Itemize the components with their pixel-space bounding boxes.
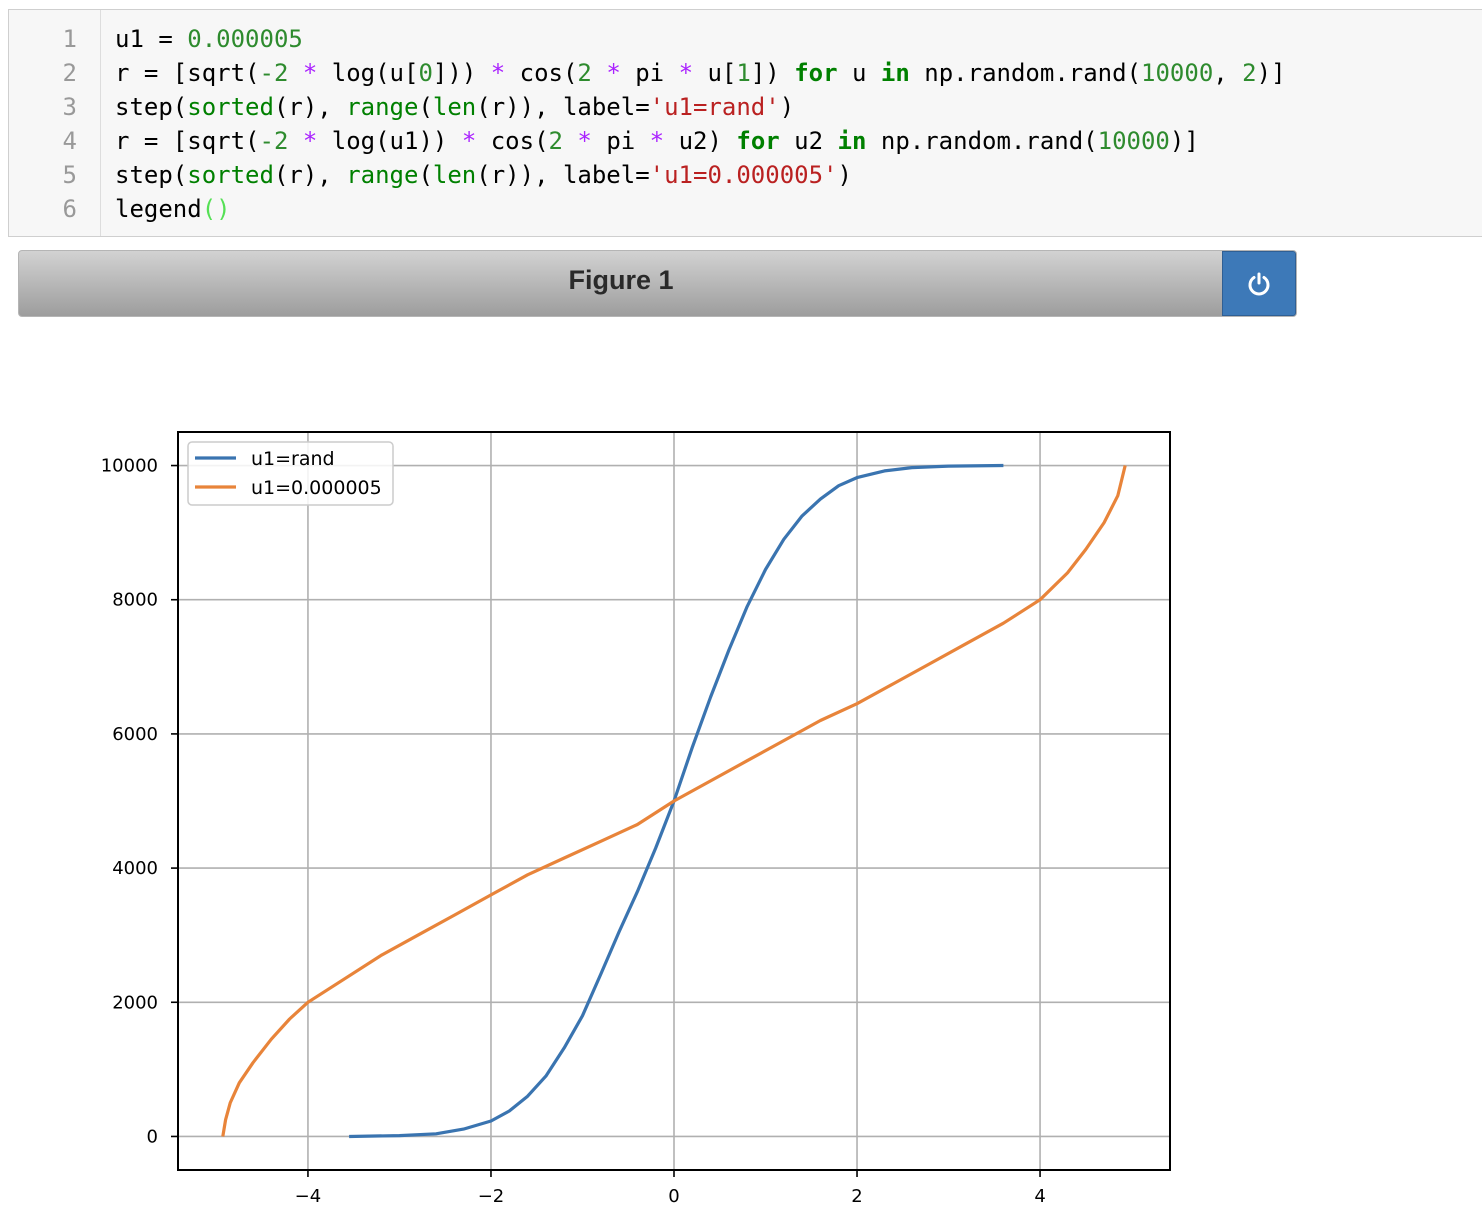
y-tick-label: 4000 <box>112 858 158 879</box>
x-tick-label: −4 <box>295 1186 322 1207</box>
legend-label: u1=rand <box>251 448 335 470</box>
x-tick-label: −2 <box>478 1186 505 1207</box>
figure-plot: −4 −2 0 2 4 0 2000 4000 6000 8000 10000 u1=rand u1=0… <box>101 431 1171 1207</box>
y-tick-label: 8000 <box>112 590 158 611</box>
x-tick-label: 4 <box>1034 1186 1045 1207</box>
y-tick-label: 2000 <box>112 992 158 1013</box>
y-tick-label: 6000 <box>112 724 158 745</box>
y-tick-label: 10000 <box>101 456 158 477</box>
y-tick-label: 0 <box>147 1126 158 1147</box>
x-tick-label: 2 <box>851 1186 862 1207</box>
legend-label: u1=0.000005 <box>251 477 382 499</box>
x-tick-label: 0 <box>668 1186 679 1207</box>
